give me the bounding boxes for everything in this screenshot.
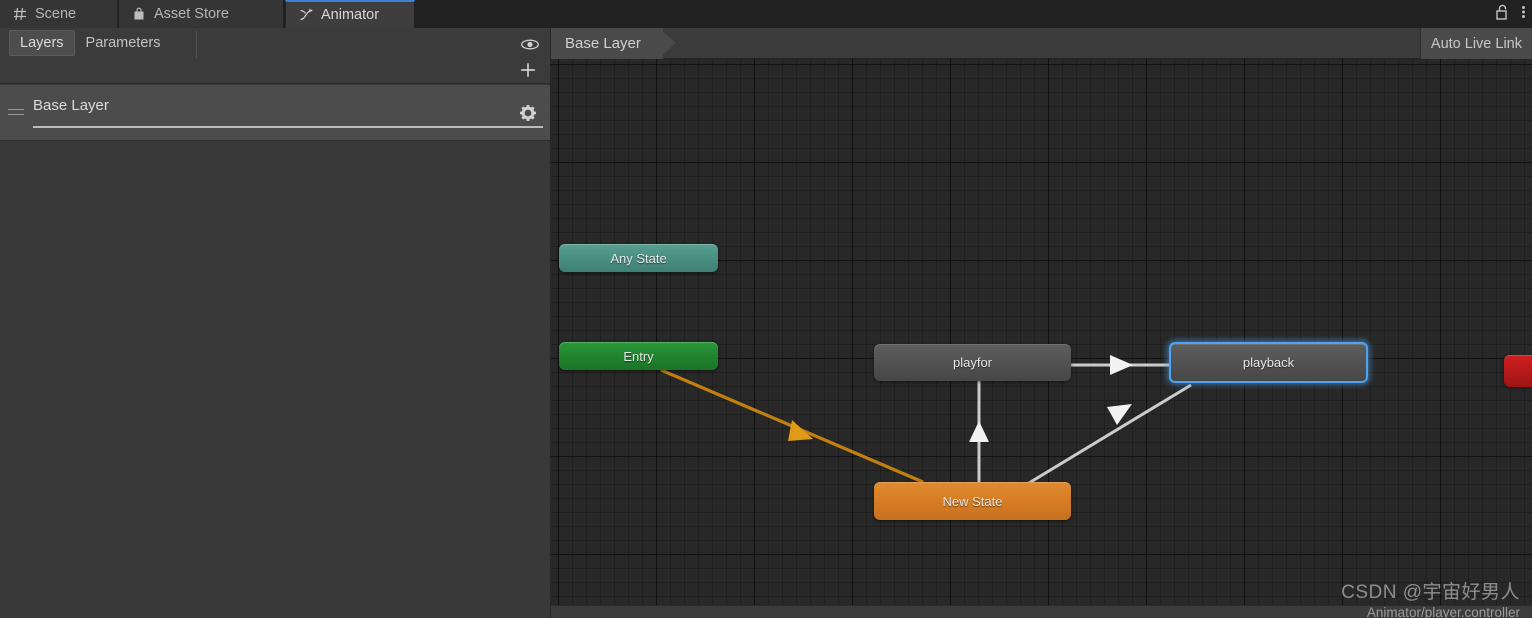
breadcrumb-label: Base Layer: [565, 35, 641, 52]
gear-icon[interactable]: [517, 102, 539, 124]
eye-icon[interactable]: [519, 34, 541, 54]
animator-window: Scene Asset Store Animator Layers Parame…: [0, 0, 1532, 618]
transition-new-state-to-playfor[interactable]: [969, 381, 989, 482]
auto-live-link-button[interactable]: Auto Live Link: [1419, 28, 1532, 59]
subtab-layers[interactable]: Layers: [9, 30, 75, 56]
window-tab-bar: Scene Asset Store Animator: [0, 0, 1532, 28]
state-node-label: Entry: [623, 348, 654, 364]
transition-edges: [660, 355, 1192, 485]
transition-playfor-to-playback[interactable]: [1071, 355, 1169, 375]
state-node-exit[interactable]: [1504, 355, 1532, 387]
shopping-bag-icon: [131, 6, 147, 22]
state-node-label: Any State: [610, 250, 667, 266]
transition-entry-to-new-state[interactable]: [660, 368, 924, 484]
tab-scene[interactable]: Scene: [0, 0, 118, 28]
transition-new-state-to-playback[interactable]: [1028, 383, 1192, 485]
state-machine-canvas[interactable]: Any State Entry playfor playback New Sta…: [551, 59, 1532, 618]
animator-branch-icon: [298, 7, 314, 23]
breadcrumb-chevron-icon: [659, 28, 676, 58]
layer-name: Base Layer: [33, 97, 109, 114]
state-node-entry[interactable]: Entry: [559, 342, 718, 370]
graph-toolbar: Base Layer Auto Live Link: [551, 28, 1532, 59]
breadcrumb[interactable]: Base Layer: [551, 28, 663, 59]
layer-row-base-layer[interactable]: Base Layer: [0, 85, 550, 141]
state-node-label: playfor: [952, 355, 993, 370]
layers-panel: Layers Parameters Base Layer: [0, 28, 550, 618]
state-node-label: playback: [1242, 355, 1295, 370]
tab-label: Scene: [35, 6, 77, 22]
layers-panel-toolbar: Layers Parameters: [0, 28, 550, 84]
layer-weight-bar: [33, 126, 543, 128]
unlocked-padlock-icon[interactable]: [1495, 4, 1509, 25]
window-controls: [1495, 0, 1526, 28]
state-node-playback[interactable]: playback: [1169, 342, 1368, 383]
state-node-label: New State: [942, 493, 1003, 509]
subtab-parameters[interactable]: Parameters: [75, 30, 172, 56]
tab-asset-store[interactable]: Asset Store: [119, 0, 284, 28]
grid-icon: [12, 6, 28, 22]
state-node-playfor[interactable]: playfor: [874, 344, 1071, 381]
subtab-label: Layers: [20, 35, 64, 51]
kebab-menu-icon[interactable]: [1521, 4, 1526, 25]
layers-panel-body: [0, 142, 550, 618]
subtab-divider: [196, 31, 197, 58]
auto-live-link-label: Auto Live Link: [1430, 35, 1522, 52]
state-node-any-state[interactable]: Any State: [559, 244, 718, 272]
drag-handle-icon[interactable]: [8, 109, 24, 116]
layers-parameters-subtabs: Layers Parameters: [9, 30, 171, 56]
subtab-label: Parameters: [85, 35, 161, 51]
animator-graph: Base Layer Auto Live Link Any State Entr…: [551, 28, 1532, 618]
tab-label: Animator: [321, 7, 380, 23]
add-layer-button[interactable]: [516, 58, 540, 82]
tab-label: Asset Store: [154, 6, 229, 22]
tab-animator[interactable]: Animator: [285, 0, 415, 28]
state-node-new-state[interactable]: New State: [874, 482, 1071, 520]
